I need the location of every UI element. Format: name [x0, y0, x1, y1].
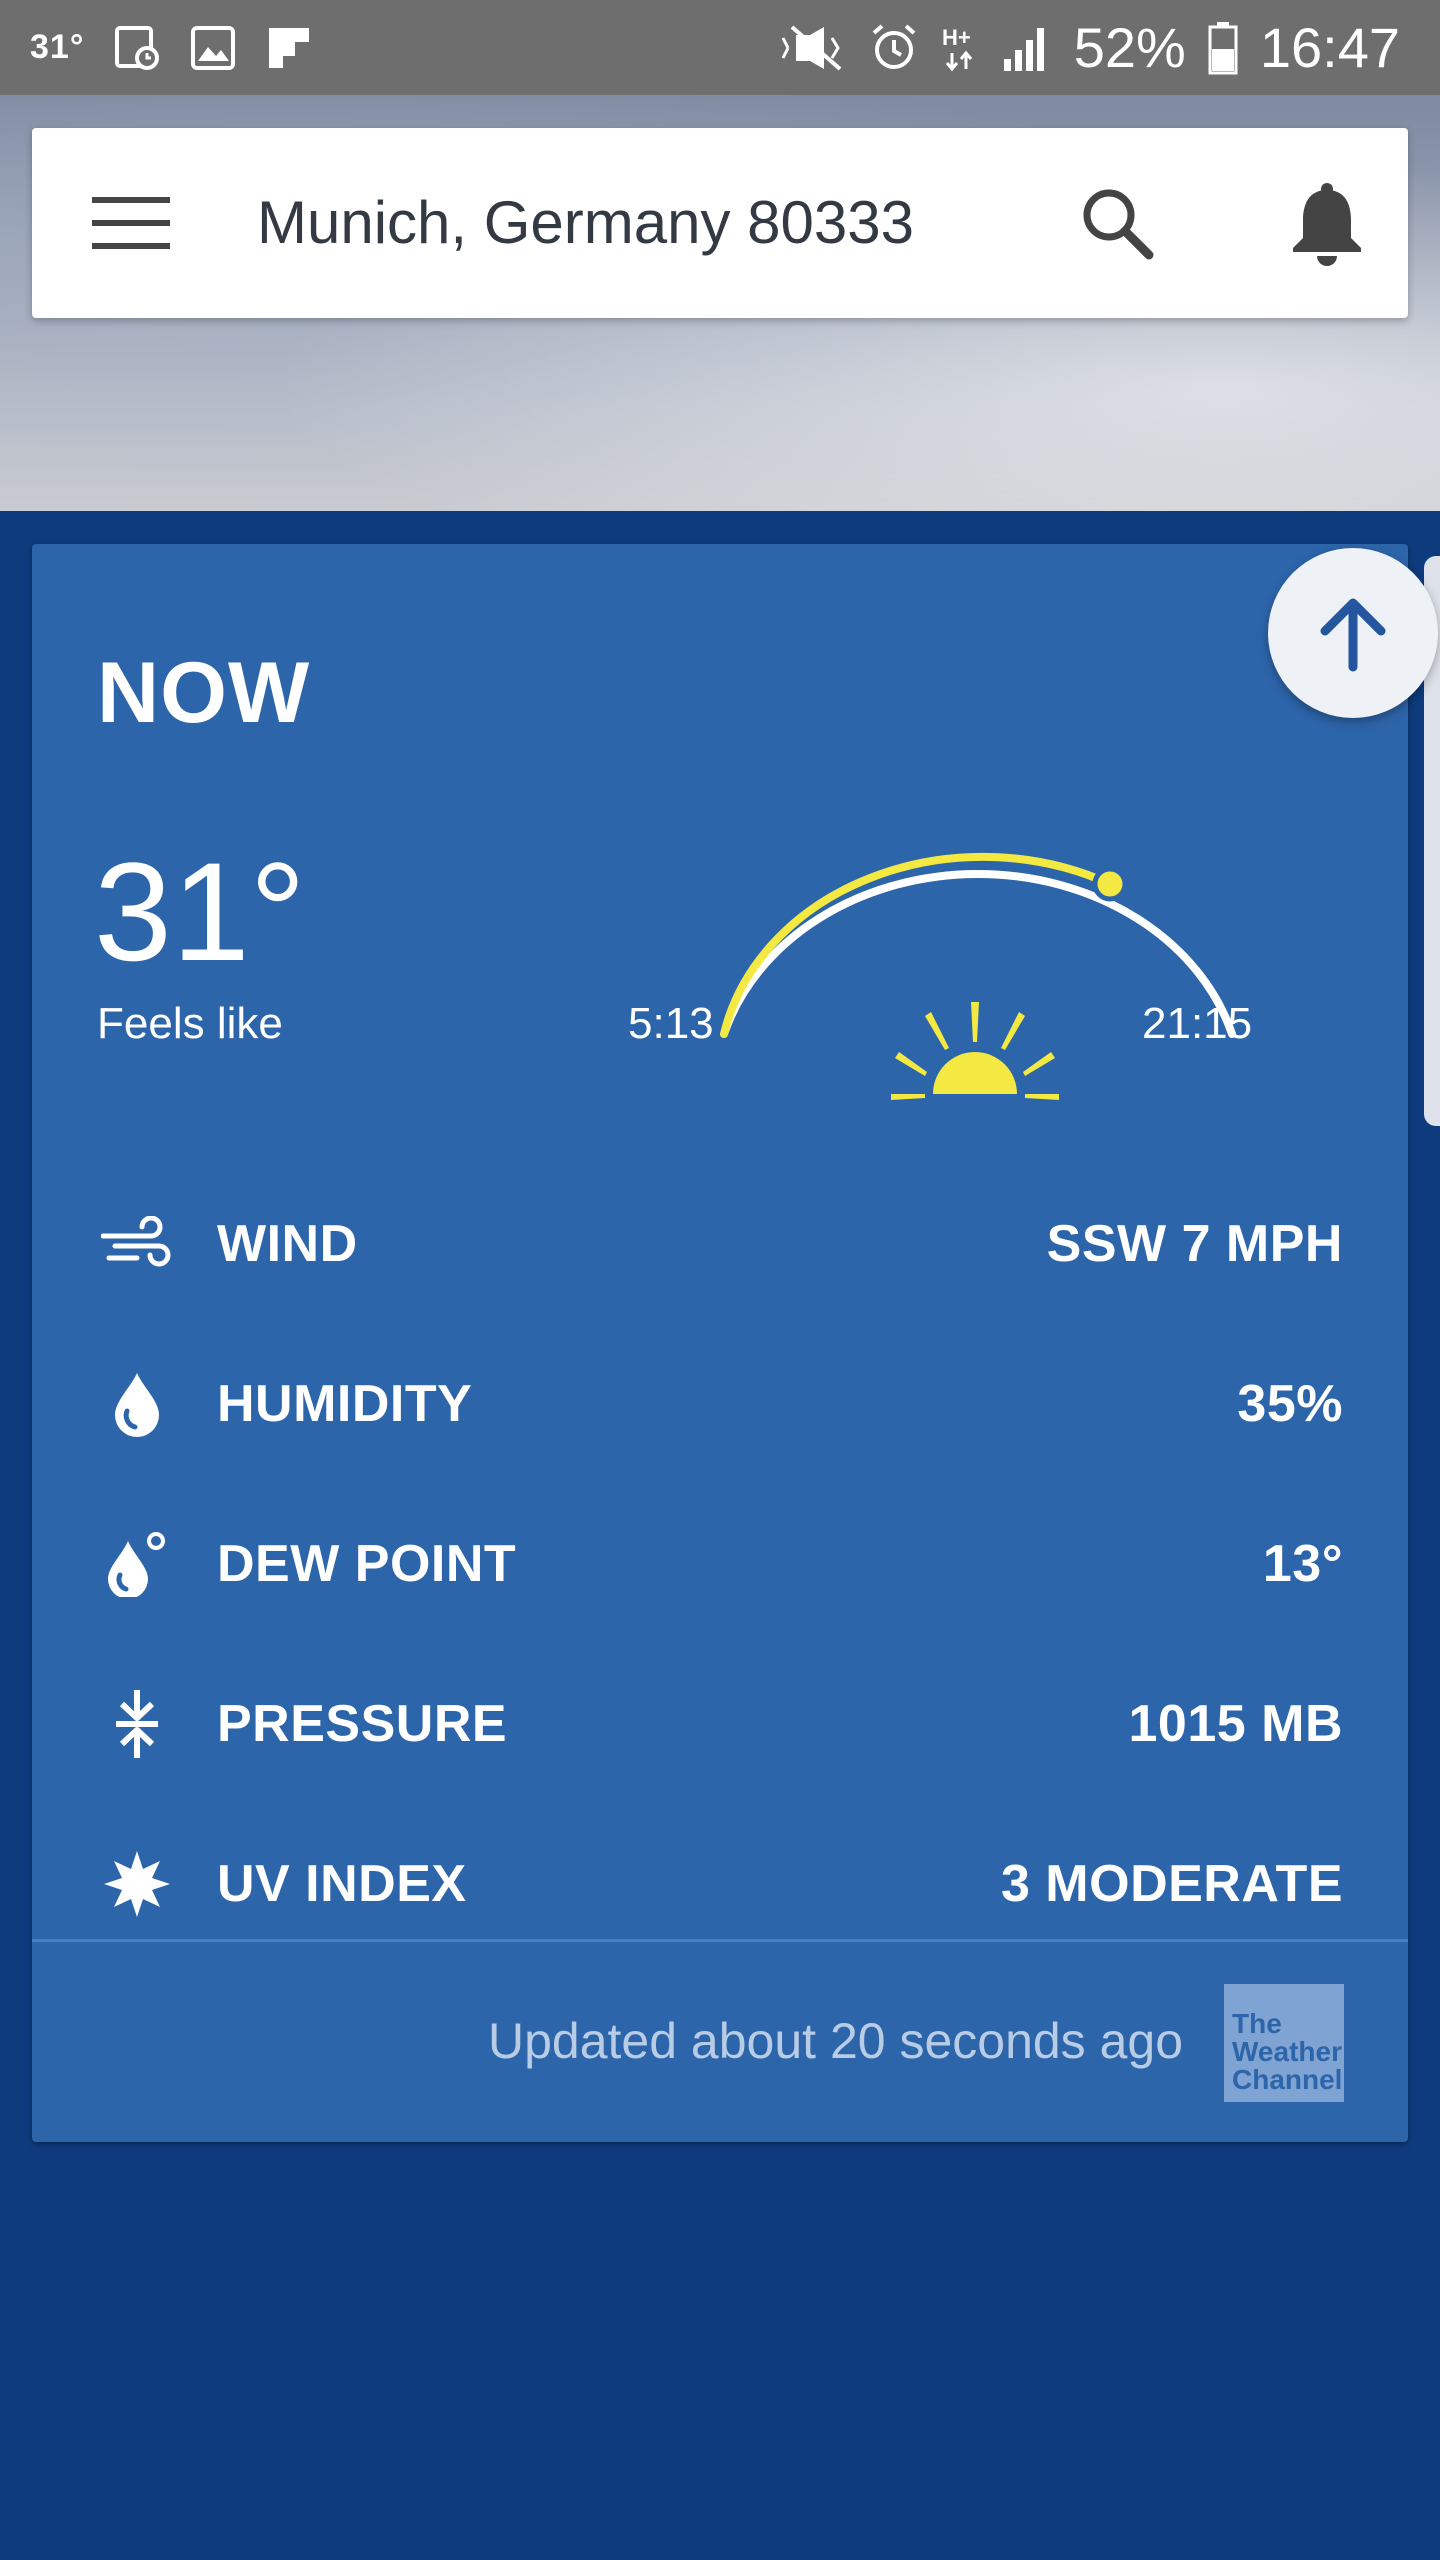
pressure-value: 1015 MB	[1128, 1695, 1343, 1753]
signal-icon	[1002, 23, 1052, 73]
conditions-list: WIND SSW 7 MPH HUMIDITY 35% DEW POINT 13…	[32, 1164, 1408, 1964]
mute-icon	[778, 23, 848, 73]
menu-icon	[92, 197, 170, 249]
wind-icon	[97, 1204, 177, 1284]
humidity-icon	[97, 1364, 177, 1444]
pressure-icon	[97, 1684, 177, 1764]
sun-position-marker	[1092, 866, 1128, 902]
location-name[interactable]: Munich, Germany 80333	[257, 128, 914, 318]
battery-percent: 52%	[1073, 16, 1186, 79]
calendar-icon	[114, 25, 160, 71]
feels-like-label: Feels like	[97, 999, 283, 1048]
battery-icon	[1208, 21, 1238, 75]
status-bar-right: H+ 52% 16:47	[778, 0, 1400, 95]
wind-row: WIND SSW 7 MPH	[32, 1164, 1408, 1324]
image-icon	[190, 25, 236, 71]
clock: 16:47	[1259, 16, 1400, 79]
notifications-button[interactable]	[1277, 173, 1377, 273]
now-card: NOW 31° Feels like 5:13 21:15 WIND SSW 7…	[32, 544, 1408, 2142]
humidity-label: HUMIDITY	[217, 1375, 473, 1433]
pressure-label: PRESSURE	[217, 1695, 508, 1753]
dew-point-icon	[97, 1524, 177, 1604]
alarm-icon	[870, 23, 918, 73]
dew-point-label: DEW POINT	[217, 1535, 517, 1593]
location-search-bar[interactable]: Munich, Germany 80333	[32, 128, 1408, 318]
bell-icon	[1293, 183, 1361, 266]
sun-icon	[891, 1002, 1059, 1100]
humidity-value: 35%	[1237, 1375, 1343, 1433]
scroll-up-button[interactable]	[1268, 548, 1438, 718]
now-title: NOW	[97, 645, 311, 741]
dew-point-row: DEW POINT 13°	[32, 1484, 1408, 1644]
humidity-row: HUMIDITY 35%	[32, 1324, 1408, 1484]
search-button[interactable]	[1072, 178, 1162, 268]
search-icon	[1083, 189, 1154, 260]
flipboard-icon	[266, 25, 312, 71]
pressure-row: PRESSURE 1015 MB	[32, 1644, 1408, 1804]
card-divider	[32, 1939, 1408, 1942]
wind-value: SSW 7 MPH	[1046, 1215, 1343, 1273]
weather-channel-logo[interactable]: The Weather Channel	[1224, 1984, 1344, 2102]
status-bar: 31° H+ 52% 16:47	[0, 0, 1440, 95]
updated-timestamp: Updated about 20 seconds ago	[488, 2013, 1183, 2069]
sunrise-time: 5:13	[628, 999, 714, 1048]
sunset-time: 21:15	[1142, 999, 1253, 1048]
menu-button[interactable]	[87, 183, 177, 263]
arrow-up-icon	[1320, 598, 1386, 672]
dew-point-value: 13°	[1262, 1535, 1343, 1593]
status-temp: 31°	[30, 28, 85, 66]
current-temperature: 31°	[94, 833, 306, 990]
svg-text:H+: H+	[942, 25, 971, 50]
status-bar-left: 31°	[30, 0, 312, 95]
hplus-icon: H+	[940, 23, 980, 73]
wind-label: WIND	[217, 1215, 358, 1273]
uv-index-icon	[97, 1844, 177, 1924]
sun-path-arc	[720, 852, 1236, 1100]
